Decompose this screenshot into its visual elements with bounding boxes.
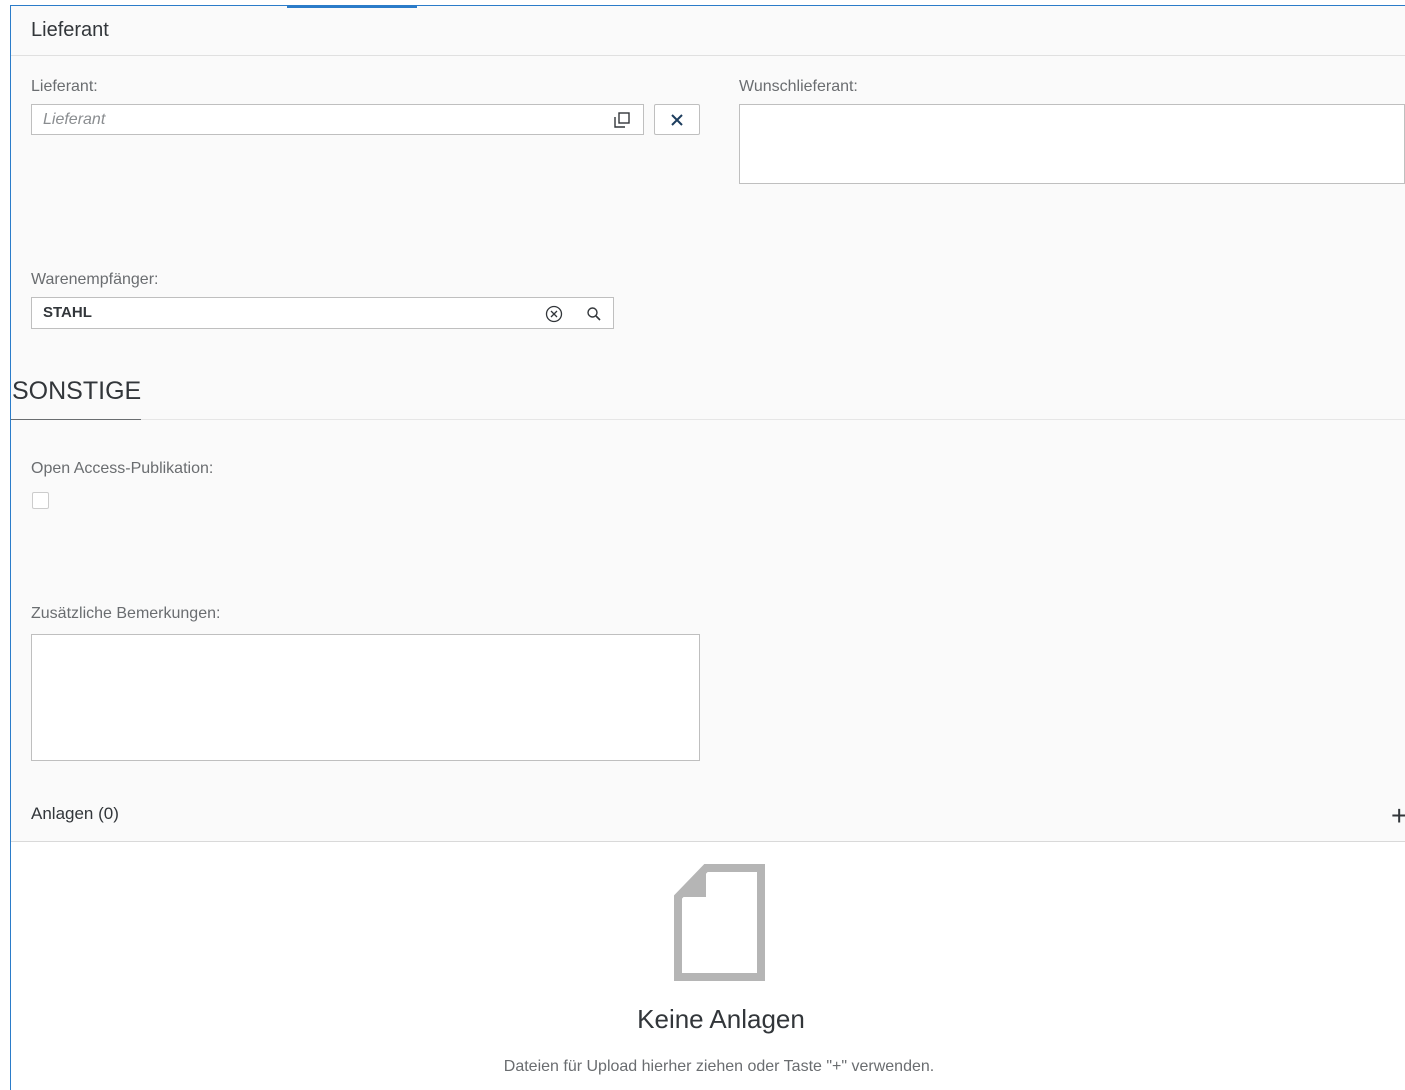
- supplier-section-title: Lieferant: [31, 19, 109, 41]
- open-access-label: Open Access-Publikation:: [31, 460, 214, 477]
- empty-attachments-title: Keine Anlagen: [637, 1004, 805, 1034]
- preferred-supplier-textarea[interactable]: [739, 104, 1405, 184]
- remarks-textarea[interactable]: [31, 634, 700, 761]
- preferred-supplier-label: Wunschlieferant:: [739, 78, 858, 95]
- attachments-title: Anlagen (0): [31, 804, 119, 823]
- close-icon: [671, 113, 683, 126]
- open-access-checkbox[interactable]: [32, 492, 49, 509]
- clear-supplier-button[interactable]: [654, 104, 700, 135]
- recipient-label: Warenempfänger:: [31, 271, 159, 288]
- upload-drop-area[interactable]: Keine Anlagen Dateien für Upload hierher…: [11, 842, 1405, 1090]
- supplier-label: Lieferant:: [31, 78, 98, 95]
- empty-attachments-text: Dateien für Upload hierher ziehen oder T…: [503, 1058, 935, 1075]
- add-attachment-button[interactable]: +: [1391, 800, 1405, 832]
- remarks-label: Zusätzliche Bemerkungen:: [31, 605, 221, 622]
- supplier-input-field[interactable]: [43, 111, 583, 129]
- document-icon: [674, 864, 765, 981]
- clear-circle-icon[interactable]: [544, 304, 564, 324]
- value-help-icon[interactable]: [612, 110, 632, 130]
- search-icon[interactable]: [584, 304, 604, 324]
- other-section-underline: [11, 419, 141, 420]
- supplier-section-header: Lieferant: [11, 6, 1405, 56]
- section-divider: [141, 419, 1405, 420]
- supplier-input[interactable]: [31, 104, 644, 135]
- other-section-title: SONSTIGE: [12, 377, 142, 405]
- attachments-toolbar: Anlagen (0) +: [11, 790, 1405, 842]
- recipient-value: STAHL: [43, 304, 92, 321]
- recipient-input[interactable]: STAHL: [31, 297, 614, 329]
